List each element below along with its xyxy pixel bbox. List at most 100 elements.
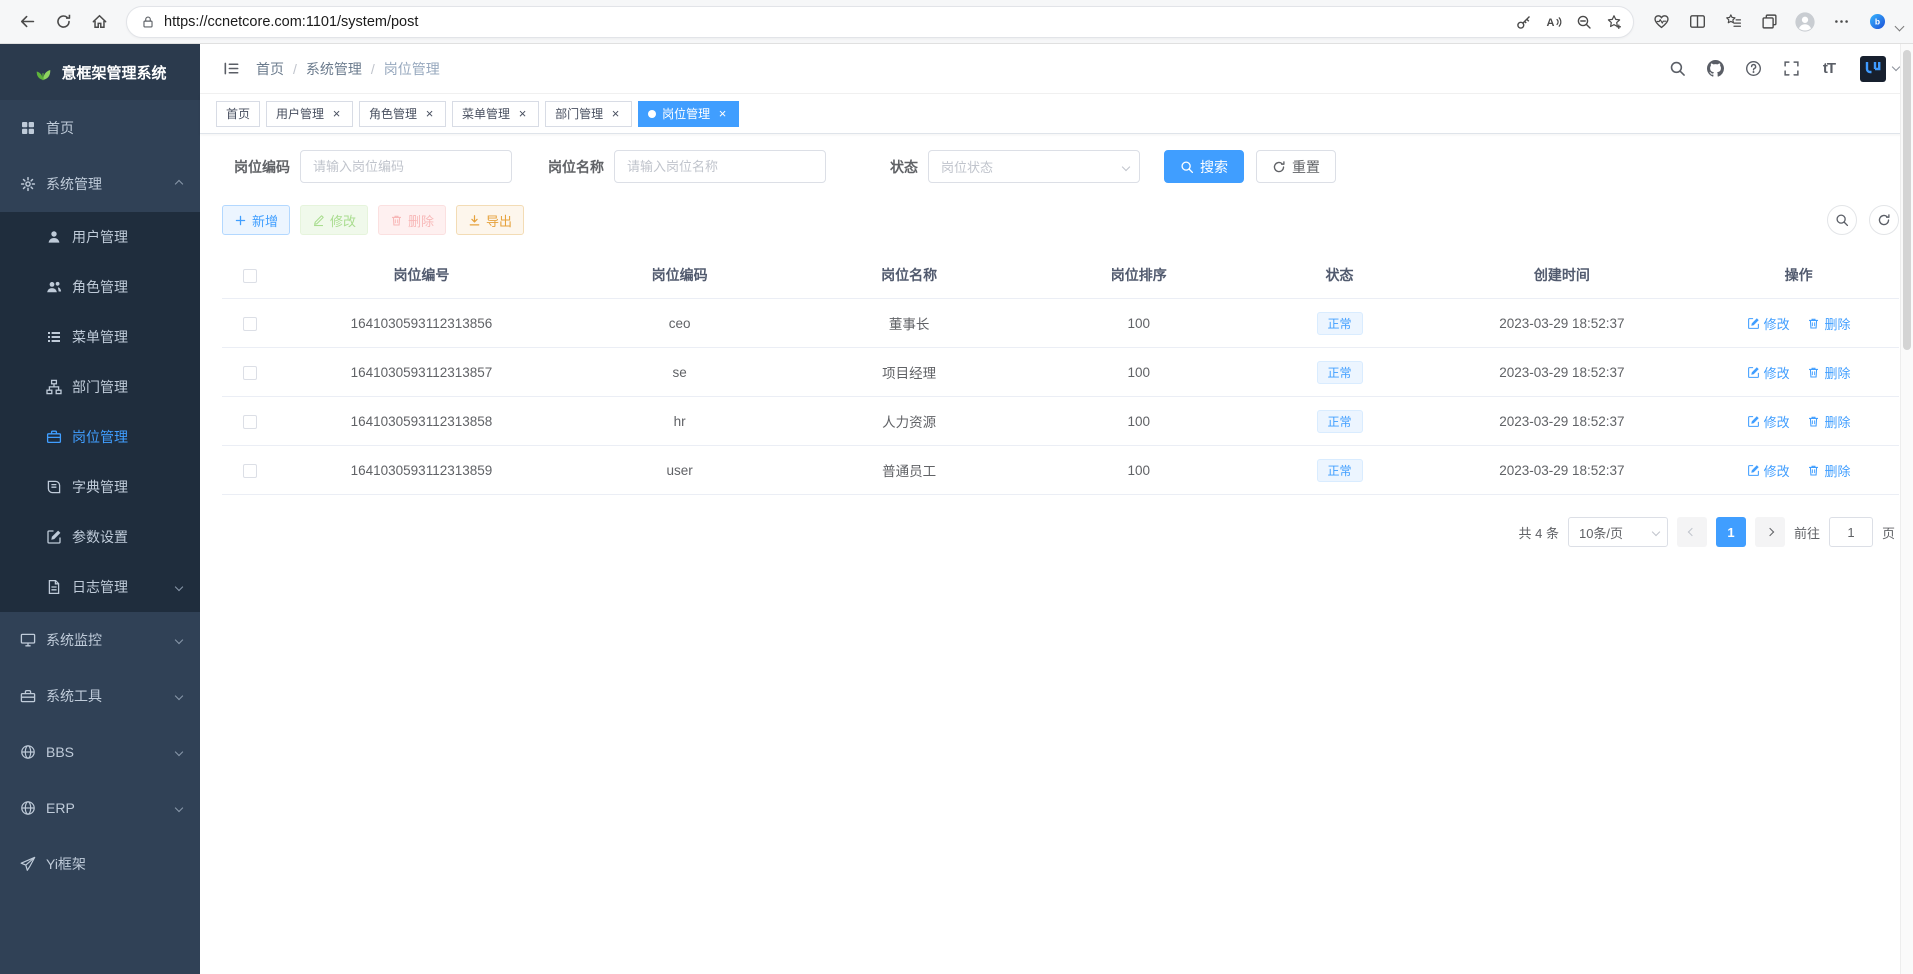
row-checkbox[interactable]: [243, 415, 257, 429]
sidebar-item-label: 首页: [46, 118, 74, 138]
sidebar-item-label: 用户管理: [72, 227, 128, 247]
sidebar-item-system-mgmt[interactable]: 系统管理: [0, 156, 200, 212]
password-key-button[interactable]: [1509, 8, 1539, 36]
edit-button-label: 修改: [330, 211, 356, 230]
site-info-lock-icon[interactable]: [141, 15, 155, 29]
copilot-button[interactable]: b: [1860, 6, 1894, 38]
sidebar-item-post-mgmt[interactable]: 岗位管理: [0, 412, 200, 462]
tab-user-mgmt[interactable]: 用户管理×: [266, 101, 353, 127]
browser-essentials-button[interactable]: [1644, 6, 1678, 38]
cell-post-id: 1641030593112313857: [278, 365, 565, 380]
status-badge: 正常: [1317, 312, 1363, 335]
reset-button[interactable]: 重置: [1256, 150, 1336, 183]
vertical-scrollbar[interactable]: [1900, 44, 1913, 974]
next-page-button[interactable]: [1755, 517, 1785, 547]
search-button[interactable]: 搜索: [1164, 150, 1244, 183]
ellipsis-icon: [1833, 13, 1850, 30]
sidebar-item-menu-mgmt[interactable]: 菜单管理: [0, 312, 200, 362]
add-favorite-button[interactable]: [1599, 8, 1629, 36]
tab-menu-mgmt[interactable]: 菜单管理×: [452, 101, 539, 127]
sidebar-item-user-mgmt[interactable]: 用户管理: [0, 212, 200, 262]
browser-menu-button[interactable]: [1824, 6, 1858, 38]
row-delete-button[interactable]: 删除: [1807, 314, 1850, 333]
split-screen-button[interactable]: [1680, 6, 1714, 38]
delete-button[interactable]: 删除: [378, 205, 446, 235]
close-icon[interactable]: ×: [516, 107, 529, 120]
favorites-button[interactable]: [1716, 6, 1750, 38]
sidebar-collapse-button[interactable]: [214, 52, 248, 86]
github-link-button[interactable]: [1700, 54, 1730, 84]
url-text[interactable]: https://ccnetcore.com:1101/system/post: [164, 14, 1509, 30]
row-edit-button[interactable]: 修改: [1747, 412, 1790, 431]
row-edit-button[interactable]: 修改: [1747, 314, 1790, 333]
sidebar-item-home[interactable]: 首页: [0, 100, 200, 156]
leaf-logo-icon: [33, 62, 53, 82]
row-checkbox[interactable]: [243, 464, 257, 478]
close-icon[interactable]: ×: [716, 107, 729, 120]
cell-post-name: 普通员工: [794, 460, 1024, 480]
collections-button[interactable]: [1752, 6, 1786, 38]
zoom-button[interactable]: [1569, 8, 1599, 36]
fullscreen-button[interactable]: [1776, 54, 1806, 84]
refresh-table-button[interactable]: [1869, 205, 1899, 235]
goto-page-input[interactable]: [1829, 517, 1873, 547]
sidebar-item-param-settings[interactable]: 参数设置: [0, 512, 200, 562]
close-icon[interactable]: ×: [423, 107, 436, 120]
tab-home[interactable]: 首页: [216, 101, 260, 127]
tab-post-mgmt[interactable]: 岗位管理×: [638, 101, 739, 127]
post-code-input[interactable]: [300, 150, 512, 183]
row-delete-button[interactable]: 删除: [1807, 461, 1850, 480]
sidebar-item-dept-mgmt[interactable]: 部门管理: [0, 362, 200, 412]
row-edit-button[interactable]: 修改: [1747, 363, 1790, 382]
select-all-checkbox[interactable]: [243, 269, 257, 283]
breadcrumb: 首页 / 系统管理 / 岗位管理: [256, 59, 440, 79]
sidebar-item-system-monitor[interactable]: 系统监控: [0, 612, 200, 668]
row-checkbox[interactable]: [243, 366, 257, 380]
row-edit-button[interactable]: 修改: [1747, 461, 1790, 480]
sidebar-item-system-tools[interactable]: 系统工具: [0, 668, 200, 724]
row-delete-button[interactable]: 删除: [1807, 412, 1850, 431]
sidebar-item-label: 部门管理: [72, 377, 128, 397]
page-size-select[interactable]: 10条/页: [1568, 517, 1668, 547]
row-checkbox[interactable]: [243, 317, 257, 331]
close-icon[interactable]: ×: [330, 107, 343, 120]
close-icon[interactable]: ×: [609, 107, 622, 120]
tab-dept-mgmt[interactable]: 部门管理×: [545, 101, 632, 127]
cell-post-sort: 100: [1024, 463, 1254, 478]
sidebar-item-role-mgmt[interactable]: 角色管理: [0, 262, 200, 312]
status-select-placeholder: 岗位状态: [941, 157, 993, 176]
copilot-dropdown-caret-icon[interactable]: [1895, 22, 1905, 32]
export-button[interactable]: 导出: [456, 205, 524, 235]
toggle-search-button[interactable]: [1827, 205, 1857, 235]
row-edit-label: 修改: [1764, 412, 1790, 431]
font-size-button[interactable]: tT: [1814, 54, 1844, 84]
user-menu[interactable]: [1860, 56, 1899, 82]
breadcrumb-system-mgmt[interactable]: 系统管理: [306, 59, 362, 79]
post-name-input[interactable]: [614, 150, 826, 183]
sidebar-item-log-mgmt[interactable]: 日志管理: [0, 562, 200, 612]
status-select[interactable]: 岗位状态: [928, 150, 1140, 183]
header-search-button[interactable]: [1662, 54, 1692, 84]
browser-home-button[interactable]: [82, 6, 116, 38]
edit-button[interactable]: 修改: [300, 205, 368, 235]
help-button[interactable]: [1738, 54, 1768, 84]
scrollbar-thumb[interactable]: [1903, 50, 1911, 350]
address-bar[interactable]: https://ccnetcore.com:1101/system/post: [126, 6, 1634, 38]
menu-list-icon: [46, 329, 62, 345]
profile-button[interactable]: [1788, 6, 1822, 38]
browser-toolbar: https://ccnetcore.com:1101/system/post b: [0, 0, 1913, 44]
sidebar-item-dict-mgmt[interactable]: 字典管理: [0, 462, 200, 512]
read-aloud-button[interactable]: [1539, 8, 1569, 36]
sidebar-item-bbs[interactable]: BBS: [0, 724, 200, 780]
sidebar-item-erp[interactable]: ERP: [0, 780, 200, 836]
breadcrumb-home[interactable]: 首页: [256, 59, 284, 79]
add-button[interactable]: 新增: [222, 205, 290, 235]
browser-refresh-button[interactable]: [46, 6, 80, 38]
tab-role-mgmt[interactable]: 角色管理×: [359, 101, 446, 127]
prev-page-button[interactable]: [1677, 517, 1707, 547]
home-icon: [91, 13, 108, 30]
sidebar-item-yi-framework[interactable]: Yi框架: [0, 836, 200, 892]
page-number-button[interactable]: 1: [1716, 517, 1746, 547]
browser-back-button[interactable]: [10, 6, 44, 38]
row-delete-button[interactable]: 删除: [1807, 363, 1850, 382]
